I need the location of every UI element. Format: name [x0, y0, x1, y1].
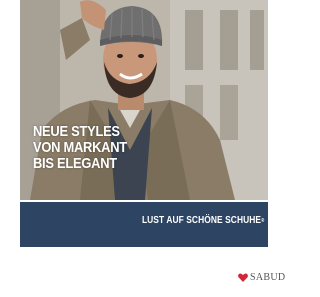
headline-line-3: BIS ELEGANT	[33, 155, 117, 172]
tagline-registered-mark: ®	[261, 218, 265, 224]
shoe-banner-ad[interactable]: NEUE STYLES VON MARKANT BIS ELEGANT LUST…	[0, 0, 297, 297]
right-margin	[268, 0, 297, 247]
headline-line-1: NEUE STYLES	[33, 123, 120, 140]
headline-line-2: VON MARKANT	[33, 139, 127, 156]
heart-icon	[238, 273, 248, 282]
brand-logo[interactable]: SABUD	[238, 270, 285, 284]
tagline-text: LUST AUF SCHÖNE SCHUHE	[142, 215, 262, 226]
headline: NEUE STYLES VON MARKANT BIS ELEGANT	[33, 124, 205, 172]
logo-text: SABUD	[250, 271, 286, 283]
tagline: LUST AUF SCHÖNE SCHUHE®	[0, 215, 268, 227]
